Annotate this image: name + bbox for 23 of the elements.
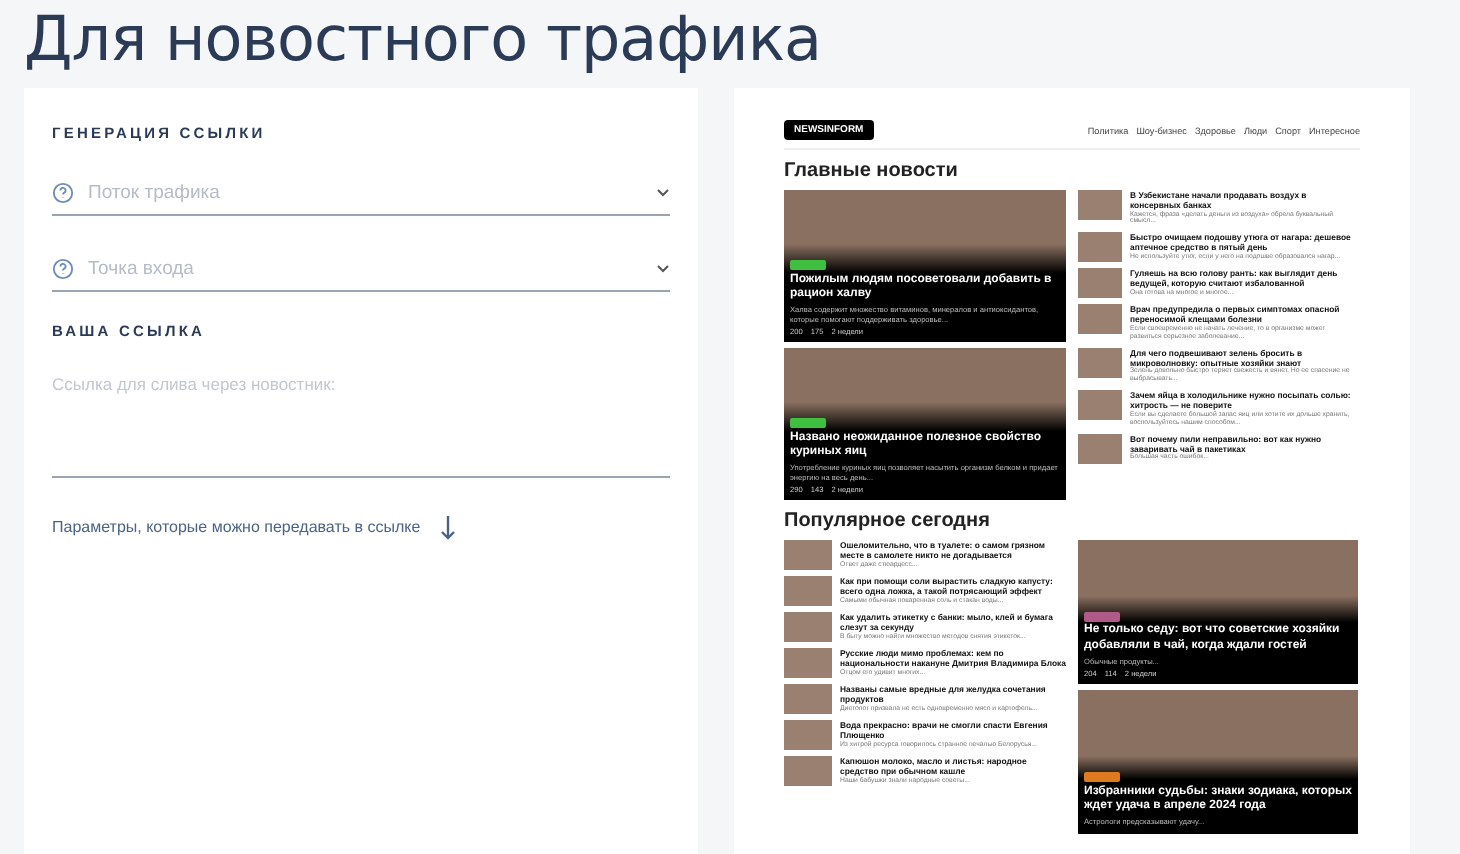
chevron-down-icon [656, 263, 670, 273]
photo-placeholder [784, 648, 832, 678]
photo-placeholder [1078, 190, 1122, 220]
photo-placeholder [784, 756, 832, 786]
photo-placeholder [784, 612, 832, 642]
photo-placeholder [784, 576, 832, 606]
photo-placeholder [784, 684, 832, 714]
page-title: Для новостного трафика [24, 2, 824, 80]
photo-placeholder [1078, 433, 1122, 463]
photo-placeholder [1078, 304, 1122, 335]
photo-placeholder [784, 540, 832, 570]
photo-placeholder [1078, 268, 1122, 299]
photo-placeholder [1078, 347, 1122, 378]
photo-placeholder [1078, 232, 1122, 263]
section-title: Главные новости [784, 160, 960, 184]
help-icon [52, 181, 74, 203]
params-link[interactable]: Параметры, которые можно передавать в ссылке [52, 518, 421, 536]
photo-placeholder [784, 720, 832, 750]
section-title: Популярное сегодня [784, 510, 992, 534]
photo-placeholder [1078, 390, 1122, 421]
chevron-down-icon [656, 187, 670, 197]
arrow-down-icon [440, 514, 457, 540]
help-icon [52, 257, 74, 279]
